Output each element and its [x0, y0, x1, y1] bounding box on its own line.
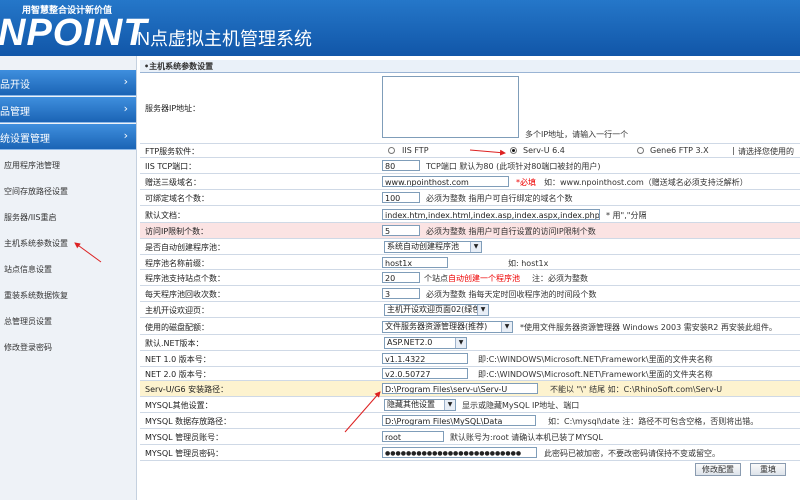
arrow-to-servu-path — [344, 391, 381, 433]
annotation-arrows — [74, 149, 506, 433]
arrow-to-host-params — [74, 242, 102, 263]
arrow-to-servu-radio — [469, 149, 506, 156]
